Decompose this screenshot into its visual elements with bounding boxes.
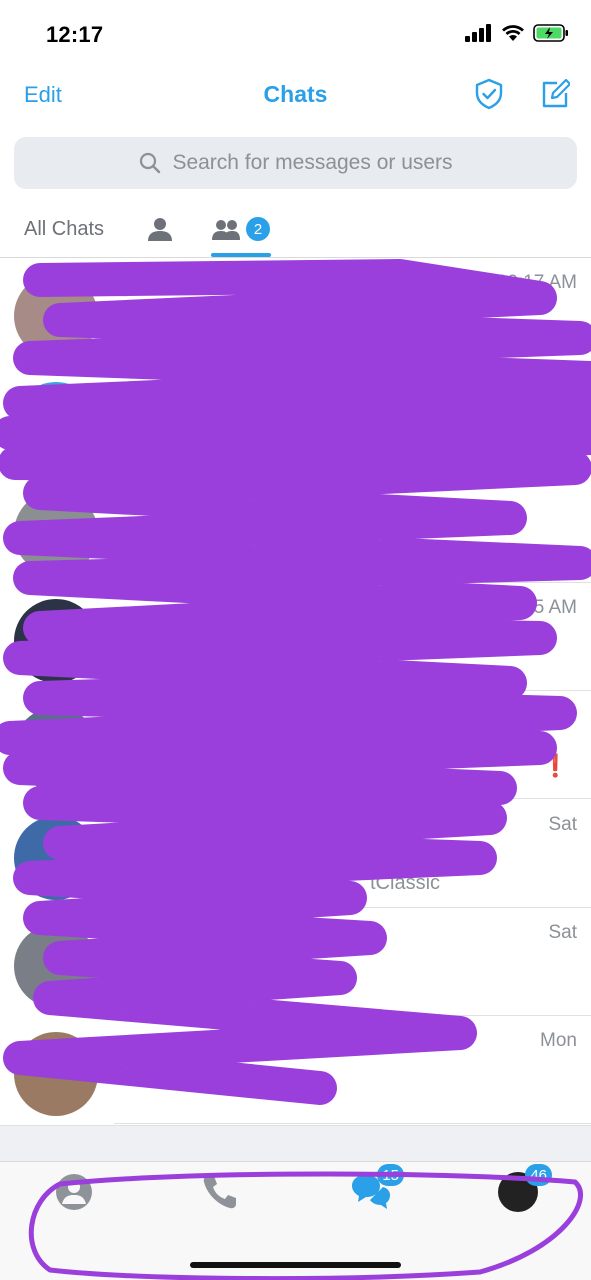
settings-badge: 46 <box>525 1164 552 1186</box>
phone-icon <box>203 1176 236 1209</box>
chat-time: 12:05 AM <box>496 597 577 618</box>
search-placeholder: Search for messages or users <box>172 151 453 174</box>
avatar <box>14 924 98 1008</box>
search-input[interactable]: Search for messages or users <box>14 137 577 189</box>
chat-row[interactable]: 12:04 AM ❗ <box>0 691 591 799</box>
chat-time: Mon <box>540 1030 577 1051</box>
status-bar: 12:17 <box>0 0 591 70</box>
tab-contacts[interactable] <box>52 1170 96 1214</box>
chat-row[interactable]: Sat <box>0 908 591 1016</box>
wifi-icon <box>502 25 524 41</box>
chat-row[interactable]: Sat Telet tClassic <box>0 800 591 908</box>
chat-row[interactable]: 12:05 AM https://t.me/ad...Ldbd <box>0 583 591 691</box>
group-chats-badge: 2 <box>246 217 270 241</box>
tab-all-chats[interactable]: All Chats <box>24 200 104 258</box>
chat-row[interactable]: Mon <box>0 1016 591 1124</box>
tab-chats[interactable]: 15 <box>348 1164 404 1214</box>
list-footer <box>0 1125 591 1161</box>
chat-preview: https://t.me/ad...Ldbd <box>114 645 302 667</box>
group-icon <box>212 220 240 240</box>
navbar: Edit Chats <box>0 70 591 126</box>
avatar <box>14 382 98 466</box>
chats-unread-badge: 15 <box>377 1164 404 1186</box>
status-icons <box>465 24 569 42</box>
person-icon <box>148 218 172 241</box>
tab-private-chats[interactable] <box>146 200 174 258</box>
chat-row[interactable] <box>0 366 591 474</box>
signal-icon <box>465 24 491 42</box>
home-indicator <box>190 1262 401 1268</box>
chat-time: Sat <box>548 814 577 835</box>
avatar <box>14 816 98 900</box>
avatar <box>14 599 98 683</box>
chat-time: 12:17 AM <box>496 272 577 293</box>
chat-row[interactable]: 12:17 AM <box>0 258 591 366</box>
chat-preview: tClassic <box>370 872 441 894</box>
warning-icon: ❗ <box>541 753 569 778</box>
chat-name: Telet <box>114 816 160 838</box>
tab-group-chats[interactable]: 2 <box>212 200 270 258</box>
tab-calls[interactable] <box>198 1170 242 1214</box>
avatar <box>14 707 98 791</box>
avatar <box>14 1032 98 1116</box>
chat-filter-tabs: All Chats 2 <box>0 200 591 258</box>
battery-icon <box>533 24 568 42</box>
chat-time: Sat <box>548 922 577 943</box>
chat-row[interactable] <box>0 475 591 583</box>
contacts-icon <box>56 1174 92 1210</box>
tab-all-chats-label: All Chats <box>24 217 105 240</box>
tab-settings[interactable]: 46 <box>496 1164 552 1214</box>
compose-icon[interactable] <box>540 78 570 110</box>
chat-time: 12:04 AM <box>496 705 577 726</box>
avatar <box>14 491 98 575</box>
search-icon <box>140 152 161 174</box>
active-tab-indicator <box>211 253 271 257</box>
status-time: 12:17 <box>46 22 104 47</box>
avatar <box>14 274 98 358</box>
shield-check-icon[interactable] <box>474 78 504 110</box>
